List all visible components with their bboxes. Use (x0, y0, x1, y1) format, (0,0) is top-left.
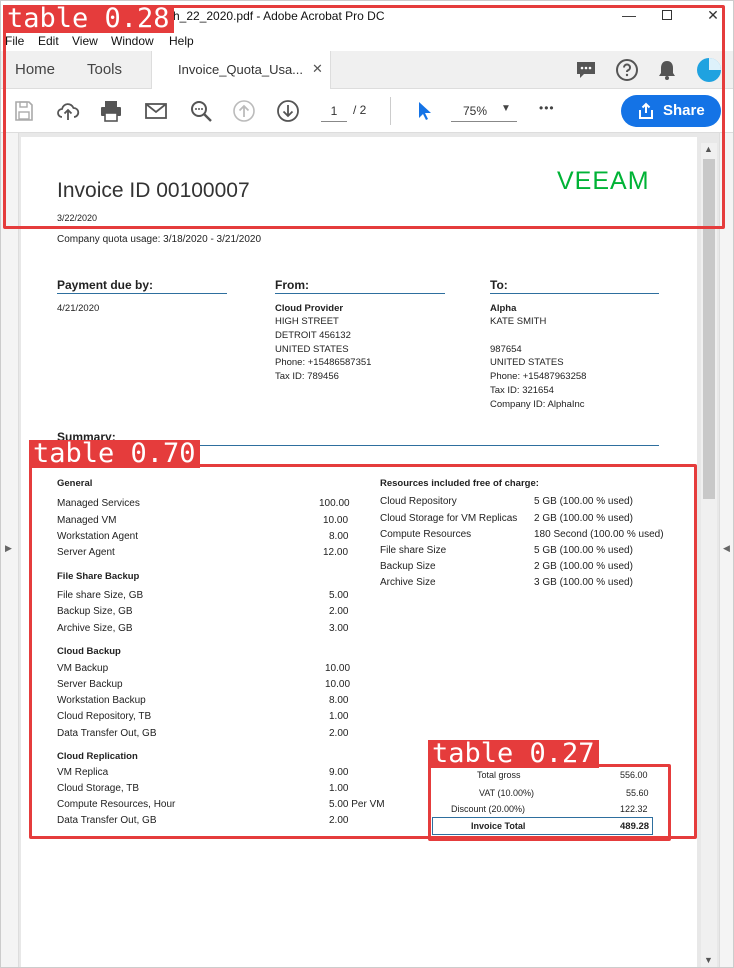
payment-date: 4/21/2020 (57, 303, 100, 314)
scroll-down-icon[interactable]: ▼ (704, 955, 713, 965)
acrobat-window: ch_22_2020.pdf - Adobe Acrobat Pro DC — … (0, 0, 734, 968)
from-heading: From: (275, 278, 309, 292)
expand-left-icon[interactable]: ▶ (5, 543, 12, 554)
to-line: 987654 (490, 344, 522, 355)
from-line: HIGH STREET (275, 316, 339, 327)
from-name: Cloud Provider (275, 303, 344, 314)
to-rule (490, 293, 659, 294)
to-line: Phone: +15487963258 (490, 371, 587, 382)
quota-usage: Company quota usage: 3/18/2020 - 3/21/20… (57, 234, 262, 245)
from-line: Phone: +15486587351 (275, 357, 372, 368)
from-line: Tax ID: 789456 (275, 371, 339, 382)
from-rule (275, 293, 445, 294)
to-line: KATE SMITH (490, 316, 547, 327)
to-heading: To: (490, 278, 508, 292)
left-panel-toggle[interactable]: ▶ (1, 133, 19, 967)
detection-label: table 0.70 (29, 440, 200, 468)
payment-rule (57, 293, 227, 294)
to-line: UNITED STATES (490, 357, 564, 368)
detection-label: table 0.27 (428, 740, 599, 768)
to-line: Company ID: AlphaInc (490, 399, 585, 410)
detection-box (428, 764, 671, 841)
right-panel-toggle[interactable]: ◀ (719, 133, 733, 967)
detection-box (3, 5, 725, 229)
detection-label: table 0.28 (3, 5, 174, 33)
expand-right-icon[interactable]: ◀ (723, 543, 730, 554)
to-line: Tax ID: 321654 (490, 385, 554, 396)
payment-heading: Payment due by: (57, 278, 154, 292)
from-line: UNITED STATES (275, 344, 349, 355)
to-name: Alpha (490, 303, 517, 314)
from-line: DETROIT 456132 (275, 330, 351, 341)
